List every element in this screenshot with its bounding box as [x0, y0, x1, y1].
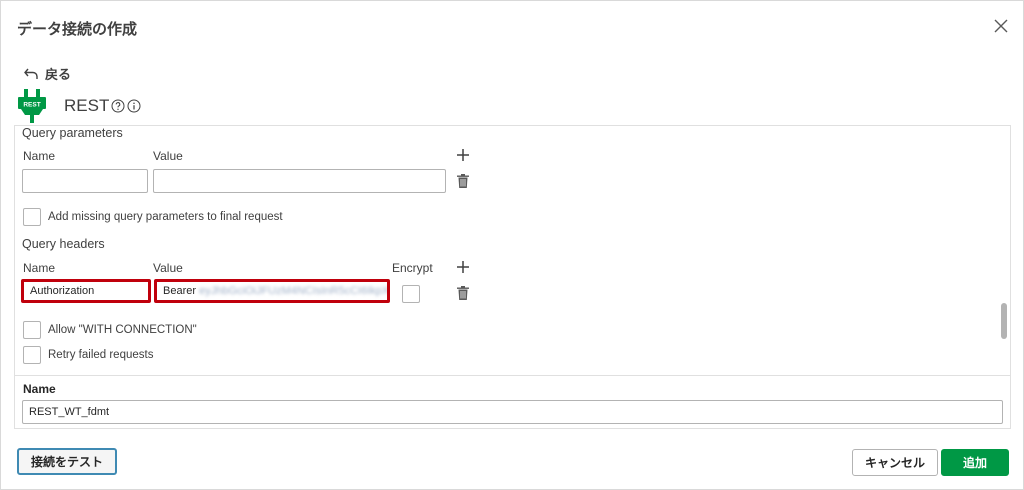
info-icon[interactable]: [127, 99, 141, 113]
connection-name-label: Name: [23, 382, 56, 396]
connection-name-input[interactable]: REST_WT_fdmt: [22, 400, 1003, 424]
add-missing-params-label: Add missing query parameters to final re…: [48, 211, 283, 223]
query-param-value-input[interactable]: [153, 169, 446, 193]
add-button[interactable]: 追加: [941, 449, 1009, 476]
query-header-value-input[interactable]: Bearer eyJhbGciOiJFUzM4NCIsInR5cCI6IkpXV…: [154, 279, 390, 303]
query-header-encrypt-header: Encrypt: [392, 261, 433, 275]
back-label: 戻る: [45, 67, 72, 82]
add-missing-params-checkbox[interactable]: [23, 208, 41, 226]
settings-panel: Query parameters Name Value Add missing …: [14, 125, 1011, 375]
allow-with-connection-label: Allow "WITH CONNECTION": [48, 324, 197, 336]
rest-plug-logo: REST: [18, 89, 46, 123]
connector-title: REST: [64, 96, 141, 116]
query-parameters-heading: Query parameters: [22, 126, 123, 140]
test-connection-button[interactable]: 接続をテスト: [17, 448, 117, 475]
trash-icon[interactable]: [457, 174, 469, 188]
close-icon[interactable]: [992, 17, 1010, 35]
svg-text:REST: REST: [23, 102, 40, 109]
query-header-name-header: Name: [23, 261, 56, 275]
bearer-prefix: Bearer: [163, 285, 197, 297]
connector-name: REST: [64, 96, 110, 115]
help-icon[interactable]: [111, 99, 125, 113]
allow-with-connection-checkbox[interactable]: [23, 321, 41, 339]
retry-failed-checkbox[interactable]: [23, 346, 41, 364]
settings-scroll-area: Query parameters Name Value Add missing …: [15, 126, 1000, 375]
back-arrow-icon: [24, 68, 38, 79]
query-header-value-header: Value: [153, 261, 183, 275]
retry-failed-label: Retry failed requests: [48, 349, 154, 361]
plus-icon[interactable]: [456, 260, 470, 274]
query-header-name-input[interactable]: Authorization: [21, 279, 151, 303]
query-param-name-input[interactable]: [22, 169, 148, 193]
create-data-connection-dialog: データ接続の作成 戻る REST REST Query parameters N…: [0, 0, 1024, 490]
scrollbar[interactable]: [1000, 126, 1008, 375]
cancel-button[interactable]: キャンセル: [852, 449, 938, 476]
encrypt-checkbox[interactable]: [402, 285, 420, 303]
scrollbar-thumb[interactable]: [1001, 303, 1007, 339]
trash-icon[interactable]: [457, 286, 469, 300]
query-param-name-header: Name: [23, 149, 56, 163]
plus-icon[interactable]: [456, 148, 470, 162]
query-param-value-header: Value: [153, 149, 183, 163]
query-headers-heading: Query headers: [22, 237, 105, 251]
dialog-title: データ接続の作成: [17, 21, 138, 38]
back-button[interactable]: 戻る: [23, 64, 71, 83]
redacted-token: eyJhbGciOiJFUzM4NCIsInR5cCI6IkpXVCJ9: [199, 285, 390, 297]
connection-name-section: Name REST_WT_fdmt: [14, 375, 1011, 429]
